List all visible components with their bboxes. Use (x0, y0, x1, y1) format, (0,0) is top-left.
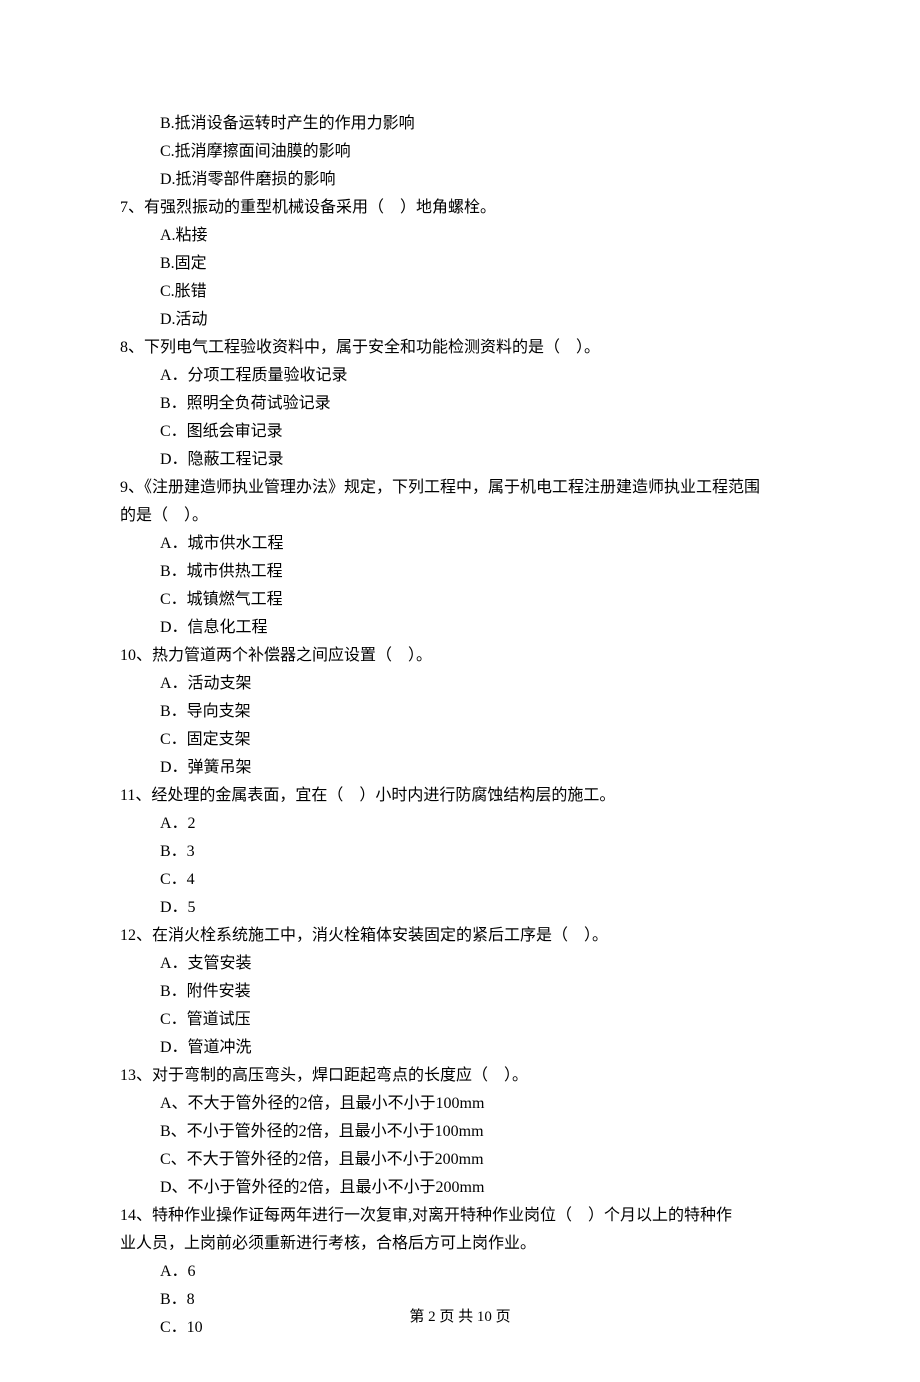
question-12: 12、在消火栓系统施工中，消火栓箱体安装固定的紧后工序是（ ）。 A．支管安装 … (120, 922, 800, 1062)
question-8: 8、下列电气工程验收资料中，属于安全和功能检测资料的是（ ）。 A．分项工程质量… (120, 334, 800, 474)
stem-before: 、下列电气工程验收资料中，属于安全和功能检测资料的是（ (128, 339, 560, 356)
option-text: B.抵消设备运转时产生的作用力影响 (120, 110, 800, 138)
stem-line2-after: ）。 (184, 507, 208, 524)
question-number: 9 (120, 479, 128, 496)
option-text: A．支管安装 (120, 950, 800, 978)
option-text: C.胀错 (120, 278, 800, 306)
question-number: 13 (120, 1067, 136, 1084)
stem-before: 、《注册建造师执业管理办法》规定，下列工程中，属于机电工程注册建造师执业工程范围 (128, 479, 760, 496)
stem-after: ）。 (584, 927, 608, 944)
stem-before: 、热力管道两个补偿器之间应设置（ (136, 647, 392, 664)
option-text: B．导向支架 (120, 698, 800, 726)
question-number: 14 (120, 1207, 136, 1224)
blank (384, 194, 400, 222)
question-11: 11、经处理的金属表面，宜在（ ）小时内进行防腐蚀结构层的施工。 A．2 B．3… (120, 782, 800, 922)
question-13: 13、对于弯制的高压弯头，焊口距起弯点的长度应（ ）。 A、不大于管外径的2倍，… (120, 1062, 800, 1202)
stem-after: ）。 (504, 1067, 528, 1084)
stem-before: 、经处理的金属表面，宜在（ (135, 787, 343, 804)
blank (392, 642, 408, 670)
blank (572, 1202, 588, 1230)
stem-before: 、特种作业操作证每两年进行一次复审,对离开特种作业岗位（ (136, 1207, 572, 1224)
option-text: D．5 (120, 894, 800, 922)
option-text: C．固定支架 (120, 726, 800, 754)
question-stem: 11、经处理的金属表面，宜在（ ）小时内进行防腐蚀结构层的施工。 (120, 782, 800, 810)
question-stem: 9、《注册建造师执业管理办法》规定，下列工程中，属于机电工程注册建造师执业工程范… (120, 474, 800, 502)
blank (568, 922, 584, 950)
blank (168, 502, 184, 530)
option-text: A．分项工程质量验收记录 (120, 362, 800, 390)
option-text: D．隐蔽工程记录 (120, 446, 800, 474)
option-text: D.抵消零部件磨损的影响 (120, 166, 800, 194)
option-text: A．6 (120, 1258, 800, 1286)
option-text: B．照明全负荷试验记录 (120, 390, 800, 418)
question-stem: 7、有强烈振动的重型机械设备采用（ ）地角螺栓。 (120, 194, 800, 222)
question-9: 9、《注册建造师执业管理办法》规定，下列工程中，属于机电工程注册建造师执业工程范… (120, 474, 800, 642)
page-container: B.抵消设备运转时产生的作用力影响 C.抵消摩擦面间油膜的影响 D.抵消零部件磨… (0, 0, 920, 1382)
stem-after: ）个月以上的特种作 (588, 1207, 732, 1224)
question-stem: 8、下列电气工程验收资料中，属于安全和功能检测资料的是（ ）。 (120, 334, 800, 362)
option-text: D．信息化工程 (120, 614, 800, 642)
option-text: A、不大于管外径的2倍，且最小不小于100mm (120, 1090, 800, 1118)
question-number: 8 (120, 339, 128, 356)
option-text: C．管道试压 (120, 1006, 800, 1034)
stem-before: 、有强烈振动的重型机械设备采用（ (128, 199, 384, 216)
question-stem: 13、对于弯制的高压弯头，焊口距起弯点的长度应（ ）。 (120, 1062, 800, 1090)
option-text: C、不大于管外径的2倍，且最小不小于200mm (120, 1146, 800, 1174)
question-stem: 14、特种作业操作证每两年进行一次复审,对离开特种作业岗位（ ）个月以上的特种作 (120, 1202, 800, 1230)
option-text: C．4 (120, 866, 800, 894)
question-stem: 10、热力管道两个补偿器之间应设置（ ）。 (120, 642, 800, 670)
option-text: C.抵消摩擦面间油膜的影响 (120, 138, 800, 166)
stem-before: 、在消火栓系统施工中，消火栓箱体安装固定的紧后工序是（ (136, 927, 568, 944)
question-stem-line2: 业人员，上岗前必须重新进行考核，合格后方可上岗作业。 (120, 1230, 800, 1258)
option-text: C．城镇燃气工程 (120, 586, 800, 614)
stem-line2-before: 的是（ (120, 507, 168, 524)
question-prev-continuation: B.抵消设备运转时产生的作用力影响 C.抵消摩擦面间油膜的影响 D.抵消零部件磨… (120, 110, 800, 194)
option-text: A．活动支架 (120, 670, 800, 698)
option-text: D.活动 (120, 306, 800, 334)
stem-line2-before: 业人员，上岗前必须重新进行考核，合格后方可上岗作业。 (120, 1235, 536, 1252)
option-text: A.粘接 (120, 222, 800, 250)
option-text: A．2 (120, 810, 800, 838)
option-text: D．弹簧吊架 (120, 754, 800, 782)
question-stem-line2: 的是（ ）。 (120, 502, 800, 530)
stem-after: ）。 (576, 339, 600, 356)
blank (560, 334, 576, 362)
blank (343, 782, 359, 810)
stem-after: ）。 (408, 647, 432, 664)
page-footer: 第 2 页 共 10 页 (0, 1304, 920, 1330)
question-10: 10、热力管道两个补偿器之间应设置（ ）。 A．活动支架 B．导向支架 C．固定… (120, 642, 800, 782)
option-text: A．城市供水工程 (120, 530, 800, 558)
question-number: 12 (120, 927, 136, 944)
question-stem: 12、在消火栓系统施工中，消火栓箱体安装固定的紧后工序是（ ）。 (120, 922, 800, 950)
stem-before: 、对于弯制的高压弯头，焊口距起弯点的长度应（ (136, 1067, 488, 1084)
blank (488, 1062, 504, 1090)
question-number: 11 (120, 787, 135, 804)
option-text: B．3 (120, 838, 800, 866)
option-text: B．城市供热工程 (120, 558, 800, 586)
option-text: B、不小于管外径的2倍，且最小不小于100mm (120, 1118, 800, 1146)
option-text: D．管道冲洗 (120, 1034, 800, 1062)
option-text: C．图纸会审记录 (120, 418, 800, 446)
question-number: 10 (120, 647, 136, 664)
question-7: 7、有强烈振动的重型机械设备采用（ ）地角螺栓。 A.粘接 B.固定 C.胀错 … (120, 194, 800, 334)
option-text: D、不小于管外径的2倍，且最小不小于200mm (120, 1174, 800, 1202)
option-text: B．附件安装 (120, 978, 800, 1006)
stem-after: ）小时内进行防腐蚀结构层的施工。 (359, 787, 615, 804)
option-text: B.固定 (120, 250, 800, 278)
question-number: 7 (120, 199, 128, 216)
stem-after: ）地角螺栓。 (400, 199, 496, 216)
